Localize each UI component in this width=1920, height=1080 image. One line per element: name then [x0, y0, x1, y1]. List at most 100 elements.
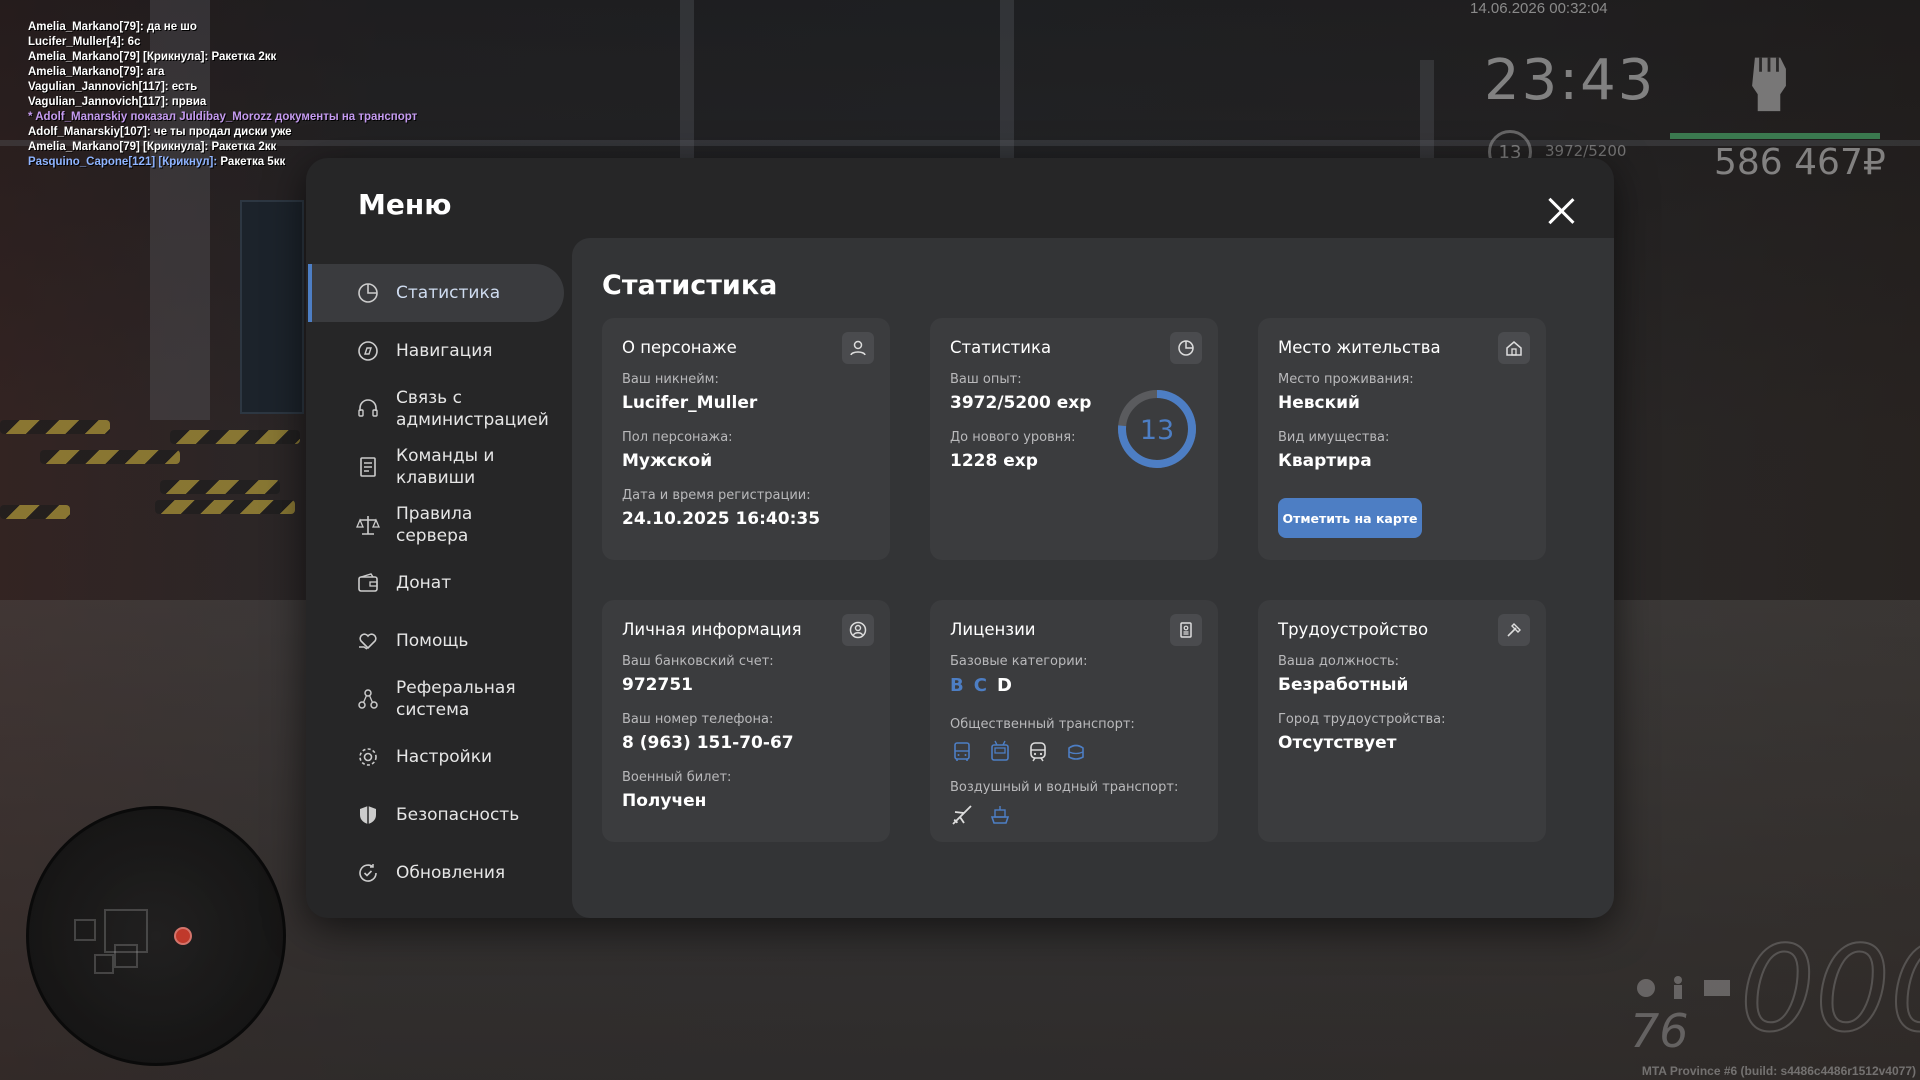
basic-categories-label: Базовые категории: [950, 654, 1088, 669]
bank-value: 972751 [622, 675, 693, 695]
heart-hand-icon [359, 633, 377, 650]
hud-date: 14.06.2026 00:32:04 [1470, 0, 1608, 17]
chat-line: Vagulian_Jannovich[117]: првиа [28, 96, 207, 108]
close-button[interactable] [1546, 196, 1576, 226]
speedometer: 000 [1739, 920, 1920, 1058]
place-value: Невский [1278, 393, 1360, 413]
sidebar-item-10[interactable]: Безопасность [308, 786, 564, 844]
chat-line: Amelia_Markano[79] [Крикнула]: Ракетка 2… [28, 141, 277, 153]
shield-icon [360, 806, 376, 824]
document-icon [360, 457, 376, 477]
card-stats: Статистика Ваш опыт: 3972/5200 exp До нов… [930, 318, 1218, 560]
minimap[interactable] [26, 806, 286, 1066]
property-type-value: Квартира [1278, 451, 1372, 471]
user-circle-icon [842, 614, 874, 646]
exp-label: Ваш опыт: [950, 372, 1022, 387]
property-type-label: Вид имущества: [1278, 430, 1390, 445]
card-title: О персонаже [622, 338, 737, 357]
user-icon [842, 332, 874, 364]
sidebar-item-11[interactable]: Обновления [308, 844, 564, 902]
bank-label: Ваш банковский счет: [622, 654, 774, 669]
wallet-icon [358, 573, 378, 592]
level-progress-ring: 13 [1118, 390, 1196, 468]
tram-icon [1068, 744, 1084, 760]
hud-money: 586 467₽ [1714, 142, 1886, 183]
license-category: B [950, 675, 964, 696]
hammer-icon [1498, 614, 1530, 646]
card-about: О персонаже Ваш никнейм: Lucifer_Muller П… [602, 318, 890, 560]
reg-value: 24.10.2025 16:40:35 [622, 509, 821, 529]
trolleybus-icon [991, 740, 1009, 761]
card-title: Лицензии [950, 620, 1036, 639]
work-city-label: Город трудоустройства: [1278, 712, 1446, 727]
build-info: MTA Province #6 (build: s4486c4486r1512v… [1641, 1064, 1916, 1078]
sidebar-item-2[interactable]: Навигация [308, 322, 564, 380]
sidebar-item-label: Связь с администрацией [396, 388, 549, 430]
boat-icon [990, 806, 1010, 824]
menu-title: Меню [358, 188, 452, 221]
pie-chart-icon [1170, 332, 1202, 364]
fist-icon [1752, 57, 1786, 112]
sidebar-item-4[interactable]: Команды и клавиши [308, 438, 564, 496]
mark-on-map-button[interactable]: Отметить на карте [1278, 498, 1422, 538]
sex-value: Мужской [622, 451, 713, 471]
chat-line-message: Ракетка 5кк [217, 156, 286, 168]
card-title: Место жительства [1278, 338, 1441, 357]
military-label: Военный билет: [622, 770, 732, 785]
content-title: Статистика [602, 270, 778, 301]
chat-log: Amelia_Markano[79]: да не шо Lucifer_Mull… [28, 20, 417, 170]
public-transport-icons [950, 740, 1135, 764]
pie-chart-icon [358, 283, 378, 303]
nick-label: Ваш никнейм: [622, 372, 719, 387]
card-title: Трудоустройство [1278, 620, 1429, 639]
chat-line: Lucifer_Muller[4]: 6с [28, 36, 141, 48]
plane-icon [952, 805, 972, 825]
card-licenses: Лицензии Базовые категории: BCD Обществе… [930, 600, 1218, 842]
sidebar-item-6[interactable]: Донат [308, 554, 564, 612]
air-water-transport-label: Воздушный и водный транспорт: [950, 780, 1179, 795]
sidebar-item-label: Правила сервера [396, 504, 473, 546]
card-title: Личная информация [622, 620, 802, 639]
player-marker [174, 927, 192, 945]
chat-line: Amelia_Markano[79]: да не шо [28, 21, 197, 33]
position-value: Безработный [1278, 675, 1409, 695]
category-list: BCD [950, 675, 1088, 696]
sidebar-item-label: Реферальная система [396, 678, 516, 720]
license-category: D [996, 675, 1012, 696]
phone-value: 8 (963) 151-70-67 [622, 733, 794, 753]
referral-icon [358, 689, 378, 709]
refresh-check-icon [359, 864, 377, 882]
military-value: Получен [622, 791, 707, 811]
house-icon [1498, 332, 1530, 364]
sidebar-item-label: Статистика [396, 283, 501, 303]
chat-line: Vagulian_Jannovich[117]: есть [28, 81, 198, 93]
position-label: Ваша должность: [1278, 654, 1400, 669]
sidebar-item-1[interactable]: Статистика [308, 264, 564, 322]
air-water-transport-icons [950, 803, 1178, 827]
fuel-readout: 76 [1630, 1004, 1689, 1058]
sidebar-item-8[interactable]: Реферальная система [308, 670, 564, 728]
sidebar-item-9[interactable]: Настройки [308, 728, 564, 786]
chat-line: * Adolf_Manarskiy показал Juldibay_Moroz… [28, 111, 418, 123]
exp-value: 3972/5200 exp [950, 393, 1092, 413]
health-bar [1670, 133, 1880, 139]
id-card-icon [1170, 614, 1202, 646]
place-label: Место проживания: [1278, 372, 1414, 387]
public-transport-label: Общественный транспорт: [950, 717, 1135, 732]
gear-icon [359, 748, 377, 766]
next-level-label: До нового уровня: [950, 430, 1076, 445]
sidebar-nav: Статистика Навигация Связь с администрацие… [308, 264, 564, 902]
next-level-value: 1228 exp [950, 451, 1038, 471]
card-residence: Место жительства Место проживания: Невски… [1258, 318, 1546, 560]
sidebar-item-5[interactable]: Правила сервера [308, 496, 564, 554]
sidebar-item-label: Навигация [396, 341, 493, 361]
sidebar-item-label: Команды и клавиши [396, 446, 495, 488]
chat-line: Amelia_Markano[79] [Крикнула]: Ракетка 2… [28, 51, 277, 63]
card-employment: Трудоустройство Ваша должность: Безработн… [1258, 600, 1546, 842]
sidebar-item-label: Донат [396, 573, 452, 593]
sidebar-item-7[interactable]: Помощь [308, 612, 564, 670]
scales-icon [356, 516, 380, 535]
sidebar-item-3[interactable]: Связь с администрацией [308, 380, 564, 438]
sex-label: Пол персонажа: [622, 430, 733, 445]
phone-label: Ваш номер телефона: [622, 712, 774, 727]
